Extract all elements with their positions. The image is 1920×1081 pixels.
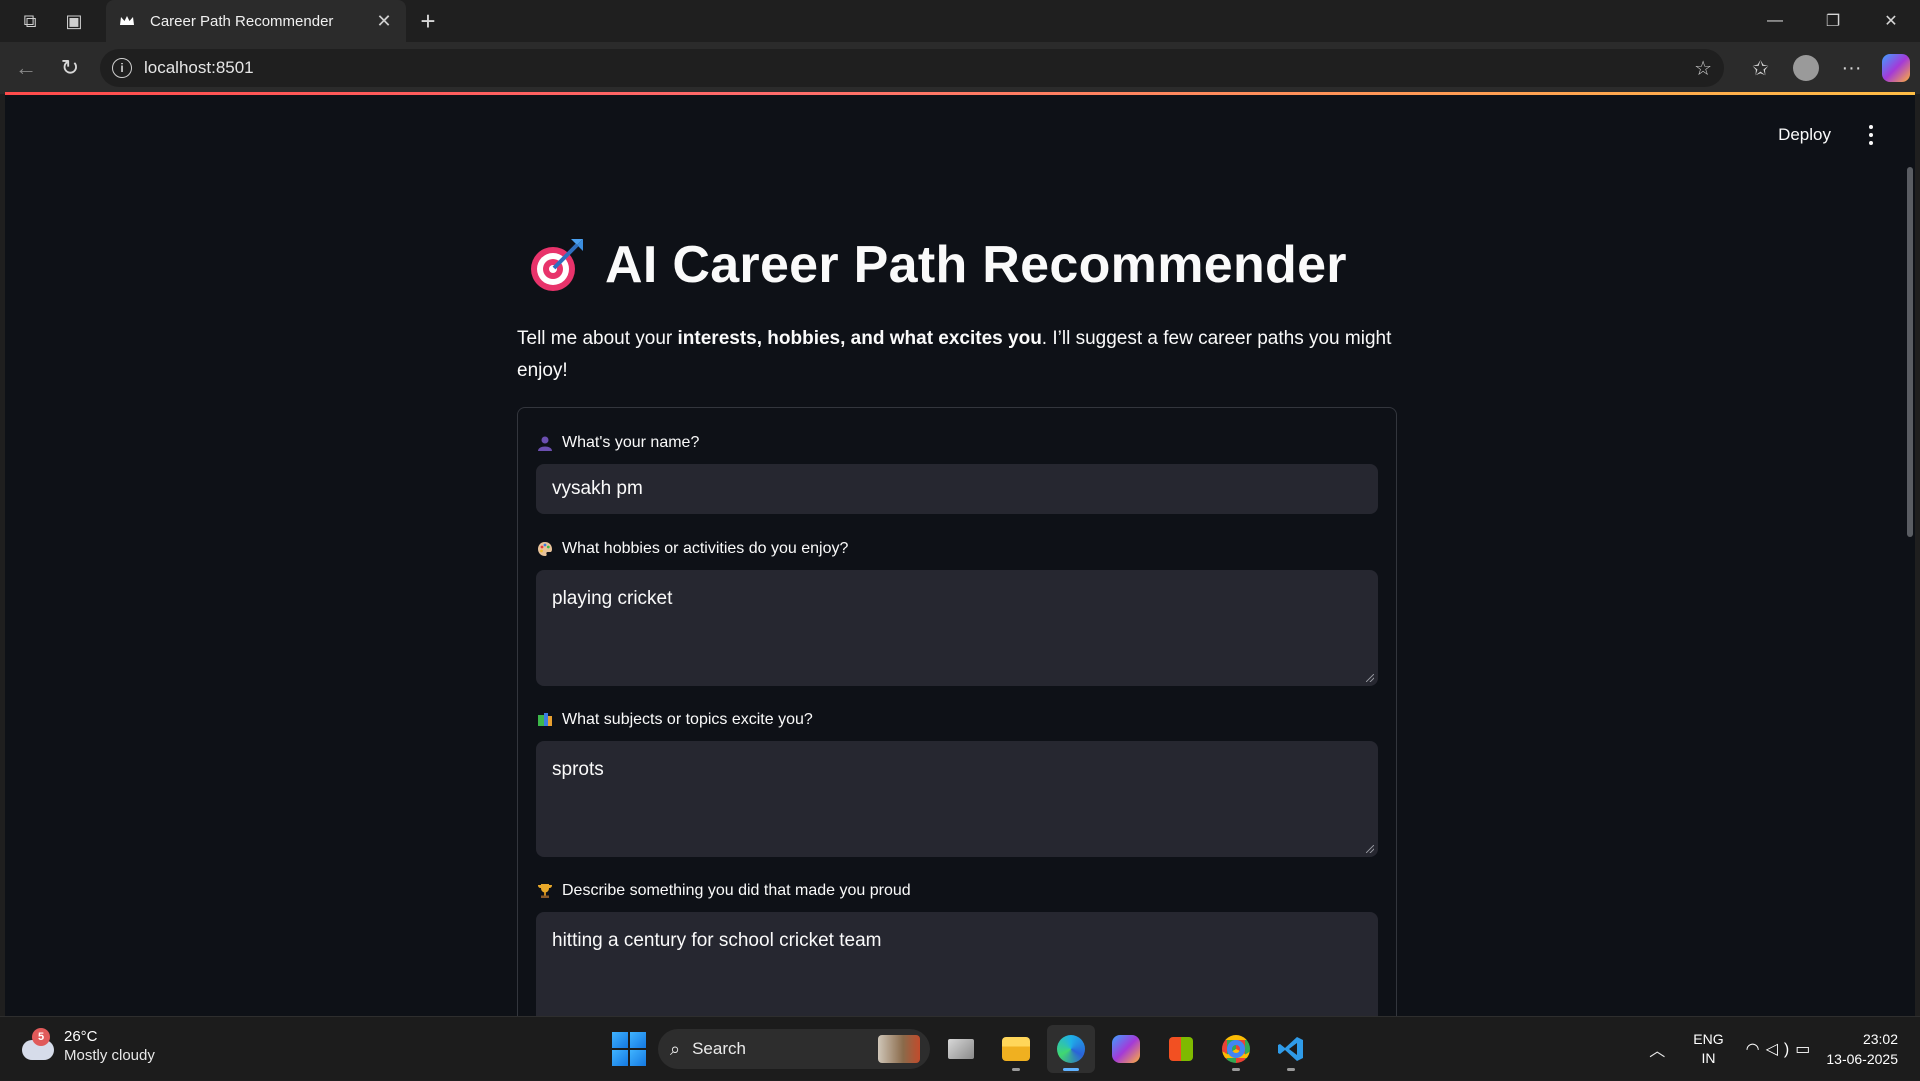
wifi-icon: ◠: [1745, 1041, 1766, 1058]
vscode-icon[interactable]: [1267, 1025, 1315, 1073]
microsoft-store-icon[interactable]: [1157, 1025, 1205, 1073]
proud-textarea[interactable]: hitting a century for school cricket tea…: [536, 912, 1378, 1016]
new-tab-button[interactable]: +: [412, 0, 444, 42]
title-text: AI Career Path Recommender: [605, 236, 1347, 294]
books-icon: [536, 711, 554, 729]
proud-field: Describe something you did that made you…: [536, 880, 1378, 1016]
url-text[interactable]: localhost:8501: [144, 58, 1694, 78]
subjects-field: What subjects or topics excite you? spro…: [536, 709, 1378, 857]
battery-icon: ▭: [1795, 1041, 1817, 1058]
subjects-label: What subjects or topics excite you?: [562, 711, 813, 728]
task-view-icon[interactable]: [937, 1025, 985, 1073]
proud-value: hitting a century for school cricket tea…: [552, 930, 882, 951]
profile-avatar-icon[interactable]: [1793, 55, 1819, 81]
window-controls: — ❐ ✕: [1746, 0, 1920, 42]
cloudy-weather-icon: 5: [20, 1028, 56, 1064]
page-title: AI Career Path Recommender: [527, 235, 1347, 295]
page-scrollbar[interactable]: [1907, 167, 1913, 537]
favorites-icon[interactable]: ✩: [1738, 48, 1783, 88]
edge-browser-icon[interactable]: [1047, 1025, 1095, 1073]
copilot-app-icon[interactable]: [1102, 1025, 1150, 1073]
subjects-textarea[interactable]: sprots: [536, 741, 1378, 857]
search-label: Search: [692, 1039, 746, 1058]
show-hidden-icons-icon[interactable]: ︿: [1649, 1037, 1665, 1061]
trophy-icon: [536, 882, 554, 900]
vertical-tabs-icon[interactable]: ▣: [52, 0, 96, 42]
system-tray: ︿ ENG IN ◠◁)▭ 23:02 13-06-2025: [1649, 1017, 1920, 1081]
hobbies-field: What hobbies or activities do you enjoy?…: [536, 538, 1378, 686]
favorite-star-icon[interactable]: ☆: [1694, 56, 1712, 81]
volume-icon: ◁): [1765, 1041, 1796, 1058]
browser-tab-active[interactable]: Career Path Recommender ✕: [106, 0, 406, 42]
person-icon: [536, 434, 554, 452]
name-input[interactable]: vysakh pm: [536, 464, 1378, 514]
reload-icon[interactable]: ↻: [48, 48, 92, 88]
palette-icon: [536, 540, 554, 558]
tab-title: Career Path Recommender: [150, 12, 334, 30]
network-volume-battery-icons[interactable]: ◠◁)▭: [1746, 1039, 1817, 1059]
name-field: What's your name? vysakh pm: [536, 432, 1378, 514]
minimize-icon[interactable]: —: [1746, 0, 1804, 42]
language-indicator[interactable]: ENG IN: [1693, 1030, 1723, 1068]
restore-icon[interactable]: ❐: [1804, 0, 1862, 42]
file-explorer-icon[interactable]: [992, 1025, 1040, 1073]
hobbies-value: playing cricket: [552, 588, 673, 609]
toolbar-right: ✩ ···: [1738, 48, 1910, 88]
name-label: What's your name?: [562, 434, 700, 451]
more-options-icon[interactable]: ···: [1829, 48, 1874, 88]
proud-label: Describe something you did that made you…: [562, 882, 911, 899]
browser-toolbar: ← ↻ i localhost:8501 ☆ ✩ ···: [0, 42, 1920, 94]
target-icon: [531, 239, 583, 291]
site-info-icon[interactable]: i: [112, 58, 132, 78]
career-form: What's your name? vysakh pm What hobbies…: [517, 407, 1397, 1016]
weather-badge: 5: [32, 1028, 50, 1046]
close-tab-icon[interactable]: ✕: [374, 11, 394, 32]
search-icon: ⌕: [670, 1038, 681, 1059]
weather-description: Mostly cloudy: [64, 1047, 155, 1064]
resize-handle-icon[interactable]: [1366, 674, 1374, 682]
back-icon[interactable]: ←: [4, 48, 48, 88]
time: 23:02: [1862, 1031, 1898, 1047]
copilot-icon[interactable]: [1882, 54, 1910, 82]
app-page: Deploy AI Career Path Recommender Tell m…: [5, 95, 1915, 1016]
taskbar-search[interactable]: ⌕ Search: [658, 1029, 930, 1069]
hobbies-textarea[interactable]: playing cricket: [536, 570, 1378, 686]
main-menu-icon[interactable]: [1861, 123, 1881, 147]
streamlit-crown-icon: [118, 12, 136, 30]
chrome-icon[interactable]: [1212, 1025, 1260, 1073]
start-icon[interactable]: [612, 1032, 646, 1066]
address-bar[interactable]: i localhost:8501 ☆: [100, 49, 1724, 87]
search-highlight-icon: [878, 1035, 920, 1063]
hobbies-label: What hobbies or activities do you enjoy?: [562, 540, 849, 557]
clock[interactable]: 23:02 13-06-2025: [1826, 1029, 1898, 1069]
windows-taskbar: 5 26°C Mostly cloudy ⌕ Search ︿ ENG IN ◠…: [0, 1016, 1920, 1080]
temperature: 26°C: [64, 1028, 98, 1045]
date: 13-06-2025: [1826, 1051, 1898, 1067]
taskbar-apps: ⌕ Search: [608, 1025, 1315, 1073]
workspaces-icon[interactable]: ⧉: [8, 0, 52, 42]
resize-handle-icon[interactable]: [1366, 845, 1374, 853]
intro-text: Tell me about your interests, hobbies, a…: [517, 328, 1392, 381]
close-window-icon[interactable]: ✕: [1862, 0, 1920, 42]
weather-widget[interactable]: 5 26°C Mostly cloudy: [20, 1027, 155, 1065]
browser-tab-bar: ⧉ ▣ Career Path Recommender ✕ + — ❐ ✕: [0, 0, 1920, 42]
subjects-value: sprots: [552, 759, 604, 780]
deploy-button[interactable]: Deploy: [1778, 125, 1831, 145]
